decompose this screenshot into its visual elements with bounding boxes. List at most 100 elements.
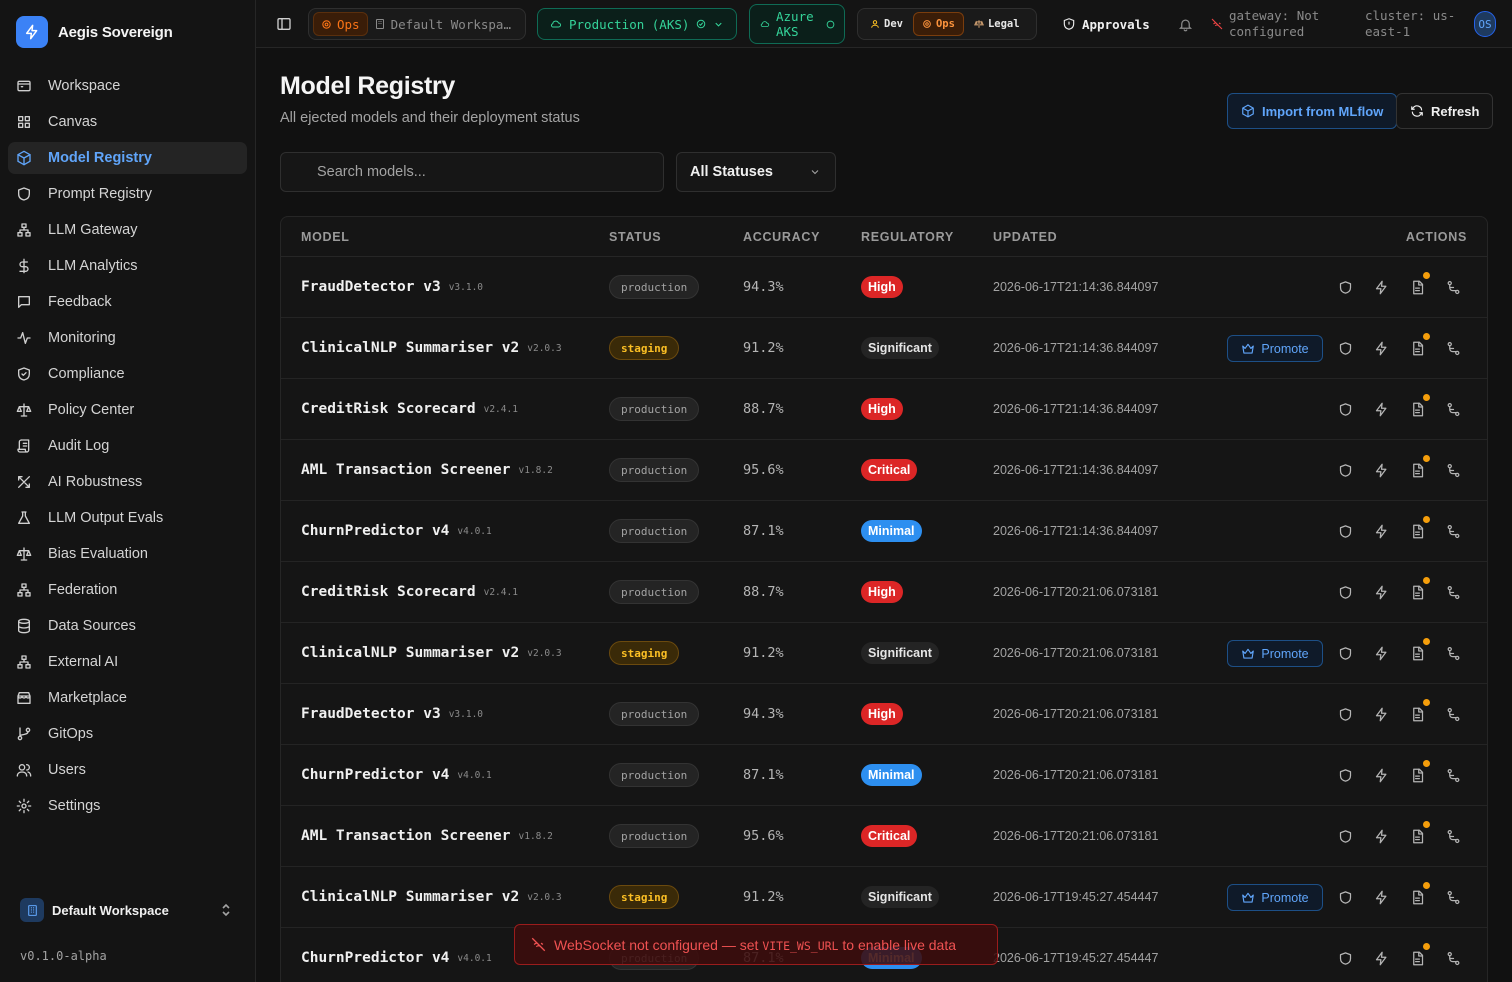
environment-select[interactable]: Production (AKS) (537, 8, 737, 40)
zap-action-button[interactable] (1371, 521, 1391, 541)
model-name[interactable]: AML Transaction Screener (301, 462, 511, 478)
status-filter-select[interactable]: All Statuses (676, 152, 836, 192)
table-row[interactable]: CreditRisk Scorecard v2.4.1 production 88.7… (281, 379, 1487, 440)
sidebar-item-federation[interactable]: Federation (8, 574, 247, 606)
route-action-button[interactable] (1443, 521, 1463, 541)
document-action-button[interactable] (1407, 272, 1430, 297)
sidebar-item-model-registry[interactable]: Model Registry (8, 142, 247, 174)
role-dev[interactable]: Dev (862, 12, 911, 36)
workspace-context[interactable]: Default Workspa… (374, 17, 511, 32)
sidebar-item-data-sources[interactable]: Data Sources (8, 610, 247, 642)
route-action-button[interactable] (1443, 887, 1463, 907)
model-name[interactable]: CreditRisk Scorecard (301, 401, 476, 417)
table-row[interactable]: ChurnPredictor v4 v4.0.1 production 87.1% Mi… (281, 501, 1487, 562)
table-row[interactable]: CreditRisk Scorecard v2.4.1 production 88.7… (281, 562, 1487, 623)
zap-action-button[interactable] (1371, 765, 1391, 785)
model-name[interactable]: ClinicalNLP Summariser v2 (301, 889, 519, 905)
role-legal[interactable]: Legal (966, 12, 1028, 36)
toggle-sidebar-button[interactable] (276, 8, 292, 40)
route-action-button[interactable] (1443, 704, 1463, 724)
workspace-switcher[interactable]: Default Workspace (12, 892, 244, 928)
zap-action-button[interactable] (1371, 338, 1391, 358)
zap-action-button[interactable] (1371, 887, 1391, 907)
sidebar-item-compliance[interactable]: Compliance (8, 358, 247, 390)
sidebar-item-audit-log[interactable]: Audit Log (8, 430, 247, 462)
model-name[interactable]: ChurnPredictor v4 (301, 767, 449, 783)
notifications-button[interactable] (1178, 8, 1193, 40)
sidebar-item-settings[interactable]: Settings (8, 790, 247, 822)
zap-action-button[interactable] (1371, 277, 1391, 297)
shield-action-button[interactable] (1335, 826, 1355, 846)
zap-action-button[interactable] (1371, 704, 1391, 724)
route-action-button[interactable] (1443, 399, 1463, 419)
shield-action-button[interactable] (1335, 887, 1355, 907)
sidebar-item-external-ai[interactable]: External AI (8, 646, 247, 678)
document-action-button[interactable] (1407, 577, 1430, 602)
model-name[interactable]: ChurnPredictor v4 (301, 950, 449, 966)
sidebar-item-llm-gateway[interactable]: LLM Gateway (8, 214, 247, 246)
document-action-button[interactable] (1407, 943, 1430, 968)
sidebar-item-bias-evaluation[interactable]: Bias Evaluation (8, 538, 247, 570)
cloud-provider-badge[interactable]: Azure AKS (749, 4, 845, 44)
route-action-button[interactable] (1443, 277, 1463, 297)
route-action-button[interactable] (1443, 338, 1463, 358)
table-row[interactable]: ClinicalNLP Summariser v2 v2.0.3 staging 91… (281, 623, 1487, 684)
promote-button[interactable]: Promote (1227, 640, 1323, 667)
sidebar-item-monitoring[interactable]: Monitoring (8, 322, 247, 354)
zap-action-button[interactable] (1371, 460, 1391, 480)
table-row[interactable]: ChurnPredictor v4 v4.0.1 production 87.1% Mi… (281, 745, 1487, 806)
model-name[interactable]: CreditRisk Scorecard (301, 584, 476, 600)
document-action-button[interactable] (1407, 699, 1430, 724)
shield-action-button[interactable] (1335, 277, 1355, 297)
route-action-button[interactable] (1443, 643, 1463, 663)
sidebar-item-users[interactable]: Users (8, 754, 247, 786)
sidebar-item-gitops[interactable]: GitOps (8, 718, 247, 750)
route-action-button[interactable] (1443, 582, 1463, 602)
shield-action-button[interactable] (1335, 460, 1355, 480)
sidebar-item-prompt-registry[interactable]: Prompt Registry (8, 178, 247, 210)
document-action-button[interactable] (1407, 333, 1430, 358)
sidebar-item-policy-center[interactable]: Policy Center (8, 394, 247, 426)
document-action-button[interactable] (1407, 638, 1430, 663)
ops-context-badge[interactable]: Ops (313, 12, 368, 36)
table-row[interactable]: AML Transaction Screener v1.8.2 production… (281, 806, 1487, 867)
model-name[interactable]: FraudDetector v3 (301, 706, 441, 722)
shield-action-button[interactable] (1335, 521, 1355, 541)
sidebar-item-llm-analytics[interactable]: LLM Analytics (8, 250, 247, 282)
model-name[interactable]: ChurnPredictor v4 (301, 523, 449, 539)
import-mlflow-button[interactable]: Import from MLflow (1227, 93, 1398, 129)
sidebar-item-marketplace[interactable]: Marketplace (8, 682, 247, 714)
shield-action-button[interactable] (1335, 582, 1355, 602)
table-row[interactable]: AML Transaction Screener v1.8.2 production… (281, 440, 1487, 501)
table-row[interactable]: ClinicalNLP Summariser v2 v2.0.3 staging 91… (281, 318, 1487, 379)
shield-action-button[interactable] (1335, 765, 1355, 785)
route-action-button[interactable] (1443, 460, 1463, 480)
zap-action-button[interactable] (1371, 948, 1391, 968)
document-action-button[interactable] (1407, 394, 1430, 419)
document-action-button[interactable] (1407, 882, 1430, 907)
route-action-button[interactable] (1443, 826, 1463, 846)
promote-button[interactable]: Promote (1227, 884, 1323, 911)
sidebar-item-workspace[interactable]: Workspace (8, 70, 247, 102)
route-action-button[interactable] (1443, 765, 1463, 785)
model-name[interactable]: FraudDetector v3 (301, 279, 441, 295)
zap-action-button[interactable] (1371, 826, 1391, 846)
shield-action-button[interactable] (1335, 704, 1355, 724)
promote-button[interactable]: Promote (1227, 335, 1323, 362)
sidebar-item-ai-robustness[interactable]: AI Robustness (8, 466, 247, 498)
user-avatar[interactable]: OS (1474, 11, 1496, 37)
shield-action-button[interactable] (1335, 948, 1355, 968)
table-row[interactable]: FraudDetector v3 v3.1.0 production 94.3% Hig… (281, 257, 1487, 318)
document-action-button[interactable] (1407, 455, 1430, 480)
model-name[interactable]: AML Transaction Screener (301, 828, 511, 844)
shield-action-button[interactable] (1335, 338, 1355, 358)
document-action-button[interactable] (1407, 760, 1430, 785)
refresh-button[interactable]: Refresh (1396, 93, 1494, 129)
zap-action-button[interactable] (1371, 582, 1391, 602)
shield-action-button[interactable] (1335, 399, 1355, 419)
zap-action-button[interactable] (1371, 399, 1391, 419)
sidebar-item-canvas[interactable]: Canvas (8, 106, 247, 138)
model-name[interactable]: ClinicalNLP Summariser v2 (301, 340, 519, 356)
zap-action-button[interactable] (1371, 643, 1391, 663)
sidebar-item-feedback[interactable]: Feedback (8, 286, 247, 318)
